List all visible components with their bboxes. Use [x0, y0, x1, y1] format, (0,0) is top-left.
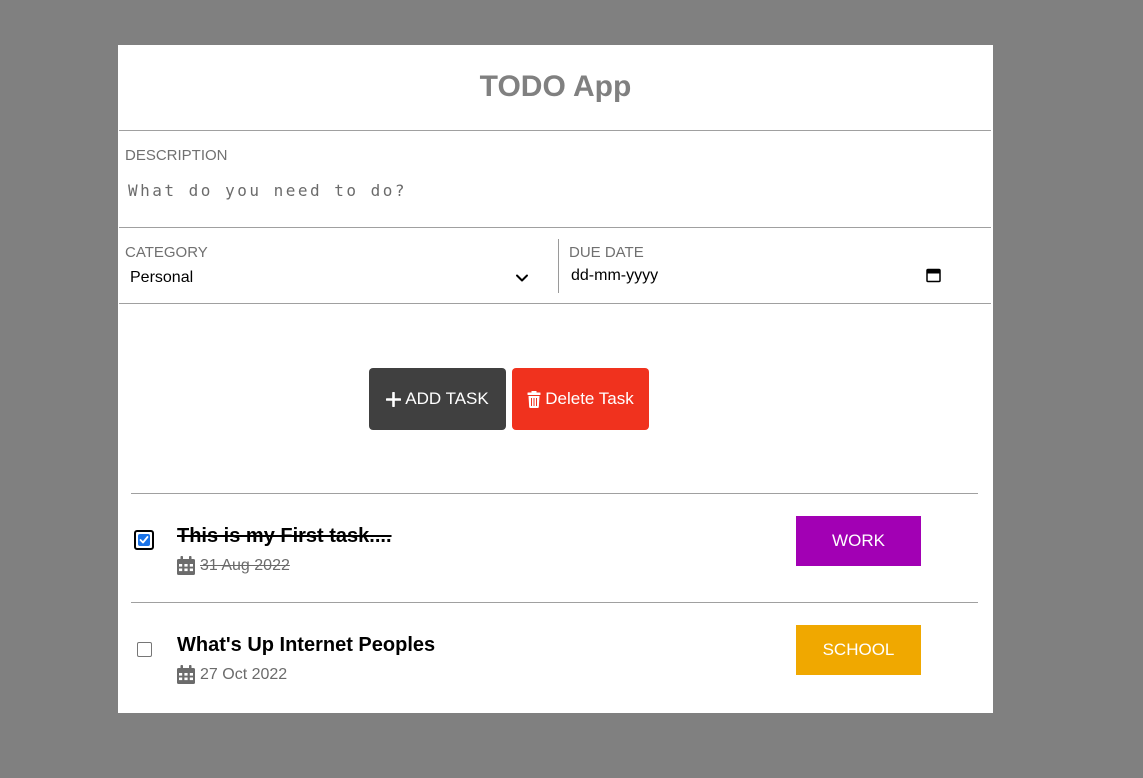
- delete-task-label: Delete Task: [545, 389, 634, 408]
- task-title: What's Up Internet Peoples: [177, 634, 436, 656]
- add-task-label: ADD TASK: [405, 389, 489, 408]
- todo-card: TODO App DESCRIPTION CATEGORY Personal D…: [118, 45, 993, 713]
- category-label: CATEGORY: [125, 244, 208, 261]
- due-date-input[interactable]: dd-mm-yyyy: [570, 263, 945, 289]
- delete-task-button[interactable]: Delete Task: [512, 368, 649, 430]
- trash-icon: [527, 390, 541, 408]
- chevron-down-icon: [516, 274, 528, 282]
- task-date: 31 Aug 2022: [177, 556, 290, 575]
- task-date-text: 31 Aug 2022: [200, 556, 290, 574]
- calendar-picker-icon[interactable]: [926, 267, 941, 283]
- category-select[interactable]: Personal: [126, 264, 530, 292]
- description-input[interactable]: [126, 177, 990, 203]
- task-date: 27 Oct 2022: [177, 665, 287, 684]
- task-date-text: 27 Oct 2022: [200, 665, 288, 683]
- task-item: This is my First task.... 31 Aug 2022 WO…: [118, 494, 993, 594]
- calendar-icon: [177, 665, 195, 684]
- check-icon: [139, 536, 149, 544]
- task-done-checkbox[interactable]: [137, 642, 152, 657]
- add-task-button[interactable]: ADD TASK: [369, 368, 506, 430]
- due-date-label: DUE DATE: [569, 244, 644, 261]
- page-title: TODO App: [479, 70, 632, 103]
- task-done-checkbox[interactable]: [134, 530, 154, 550]
- task-title: This is my First task....: [177, 525, 392, 547]
- category-badge: WORK: [796, 516, 921, 566]
- category-badge: SCHOOL: [796, 625, 921, 675]
- divider: [119, 227, 991, 228]
- due-date-value: dd-mm-yyyy: [571, 267, 659, 284]
- task-item: What's Up Internet Peoples 27 Oct 2022 S…: [118, 603, 993, 703]
- divider: [119, 303, 991, 304]
- field-divider: [558, 239, 559, 293]
- plus-icon: [386, 391, 402, 407]
- divider: [119, 130, 991, 131]
- calendar-icon: [177, 556, 195, 575]
- category-selected-value: Personal: [130, 269, 194, 286]
- description-label: DESCRIPTION: [125, 147, 228, 164]
